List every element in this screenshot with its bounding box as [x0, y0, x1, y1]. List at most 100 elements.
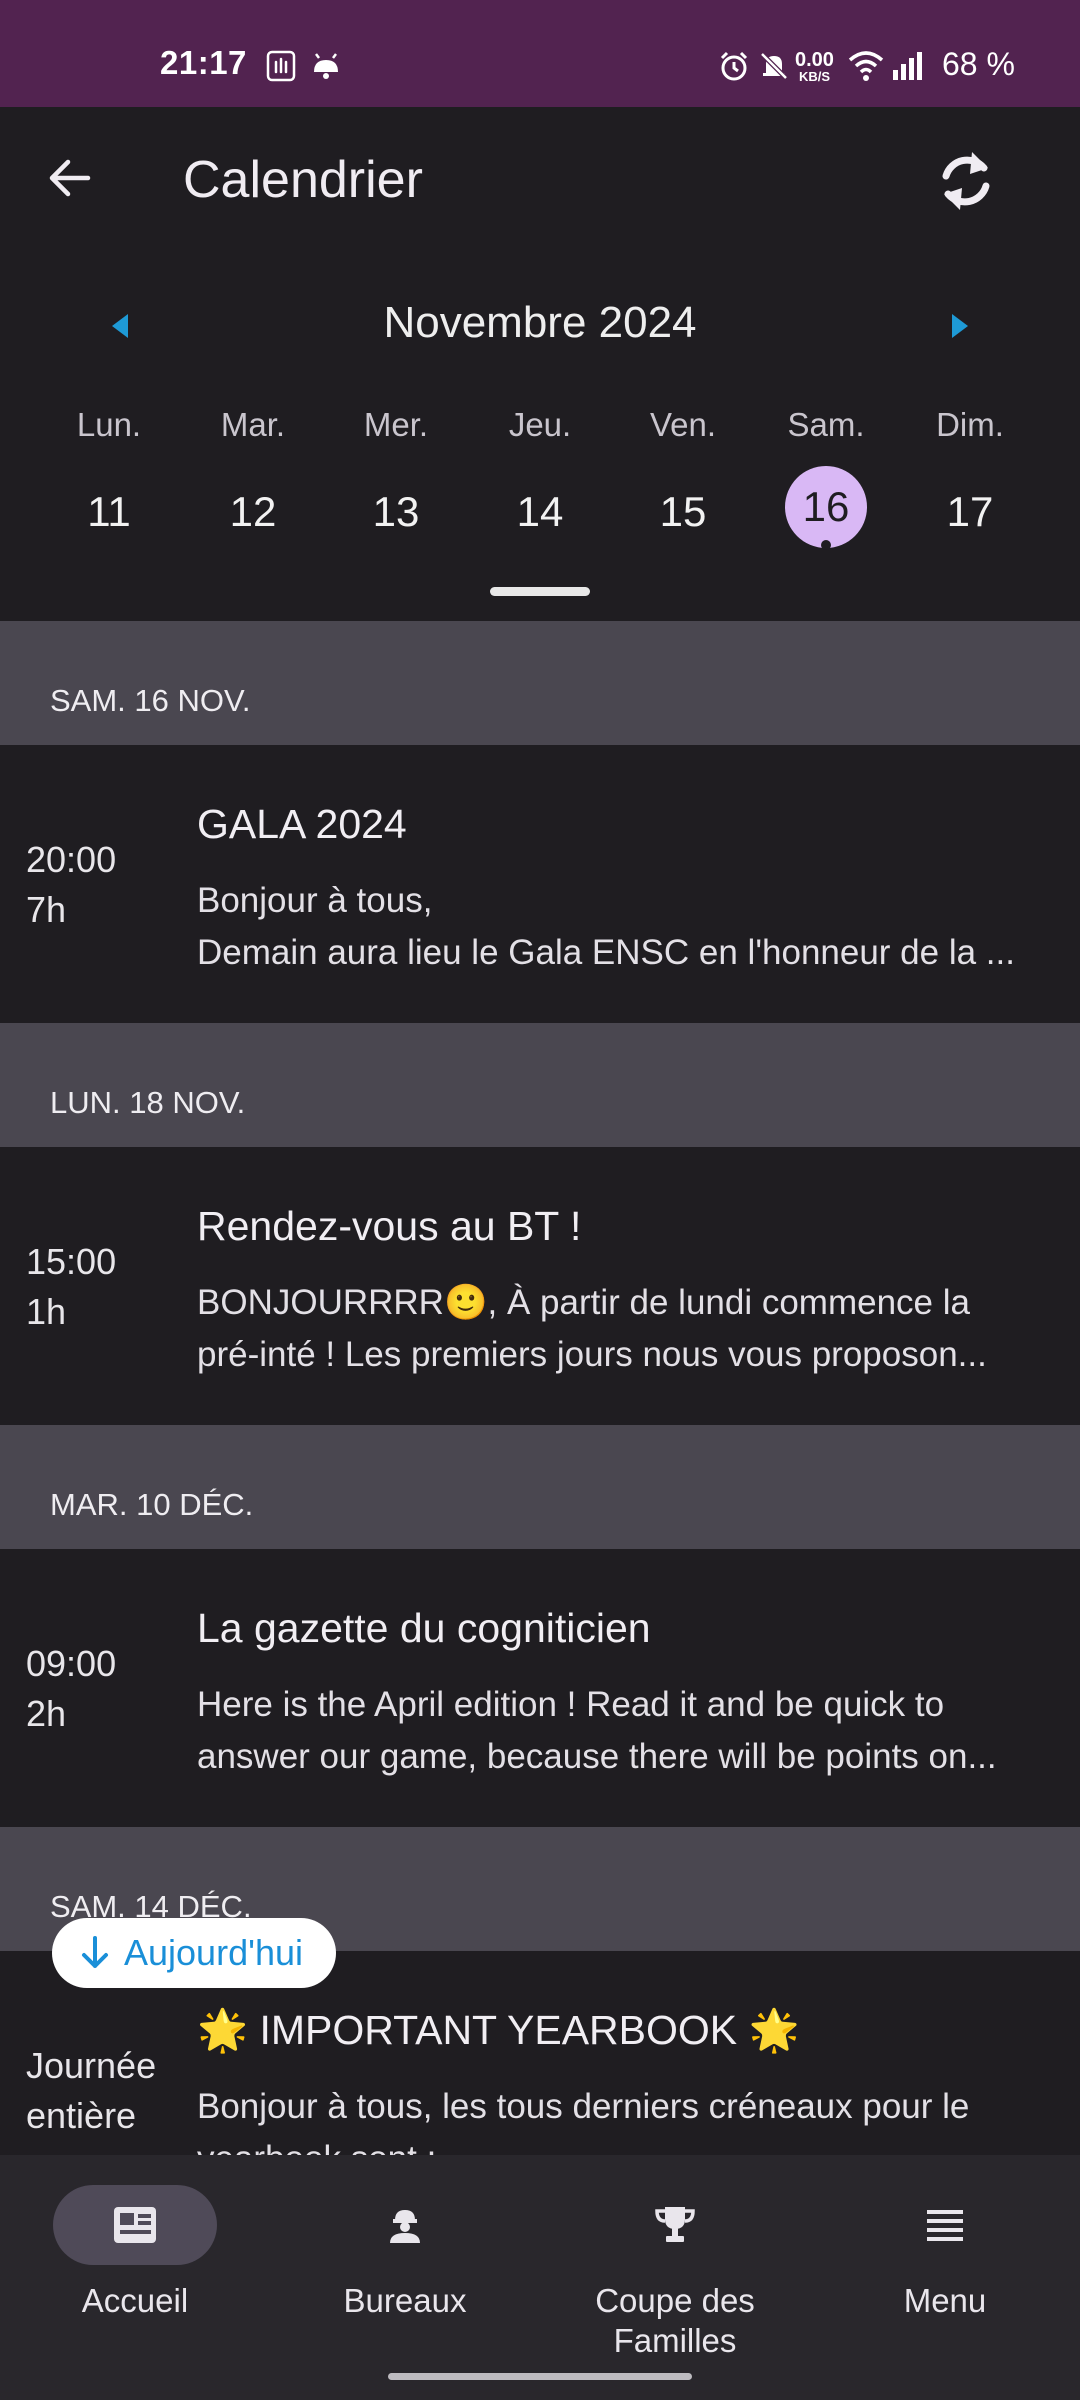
net-speed-value: 0.00	[795, 49, 834, 71]
event-description: BONJOURRRR🙂, À partir de lundi commence …	[197, 1277, 1057, 1381]
day-name: Jeu.	[508, 406, 572, 443]
desc-line: Bonjour à tous,	[197, 881, 433, 920]
event-duration: 7h	[26, 889, 67, 930]
nav-label: Coupe des Familles	[595, 2282, 755, 2359]
selected-day-number: 16	[785, 466, 867, 550]
status-time: 21:17	[160, 44, 247, 81]
nav-item-menu[interactable]: Menu	[810, 2185, 1080, 2321]
desc-line: answer our game, because there will be p…	[197, 1737, 997, 1776]
nav-label: Menu	[903, 2282, 987, 2319]
day-number: 12	[229, 488, 277, 535]
desc-line: Demain aura lieu le Gala ENSC en l'honne…	[197, 933, 1015, 972]
nav-item-bureaux[interactable]: Bureaux	[270, 2185, 540, 2321]
day-number: 16	[802, 483, 850, 530]
back-button[interactable]	[44, 152, 96, 204]
day-name: Mer.	[363, 406, 429, 443]
event-duration: entière	[26, 2095, 137, 2136]
expand-handle[interactable]	[490, 587, 590, 596]
day-name: Mar.	[220, 406, 286, 443]
net-speed-unit: KB/S	[798, 69, 830, 84]
desc-line: pré-inté ! Les premiers jours nous vous …	[197, 1335, 987, 1374]
event-dot	[821, 540, 831, 550]
newspaper-icon	[114, 2207, 156, 2243]
nav-item-coupe-des-familles[interactable]: Coupe des Familles	[540, 2185, 810, 2361]
status-bar: 21:17 0.00 KB/S 68 %	[0, 0, 1080, 107]
day-name: Dim.	[936, 406, 1004, 443]
date-header-label: MAR. 10 DÉC.	[50, 1487, 254, 1522]
day-cell-ven[interactable]: Ven. 15	[628, 406, 738, 552]
day-name: Sam.	[787, 406, 865, 443]
event-start: Journée	[26, 2045, 157, 2086]
event-title: La gazette du cogniticien	[197, 1605, 651, 1651]
event-start: 15:00	[26, 1241, 117, 1282]
date-header-label: SAM. 16 NOV.	[50, 683, 251, 718]
day-number: 13	[372, 488, 420, 535]
event-time: 15:00 1h	[26, 1237, 116, 1337]
event-item[interactable]: 20:00 7h GALA 2024 Bonjour à tous, Demai…	[0, 745, 1080, 1023]
bottom-navigation: Accueil Bureaux Coupe des Familles Menu	[0, 2155, 1080, 2400]
day-cell-sam-selected[interactable]: Sam. 16	[771, 406, 881, 550]
nav-label: Bureaux	[343, 2282, 467, 2319]
trophy-icon	[655, 2207, 695, 2242]
day-number: 15	[659, 488, 707, 535]
nav-active-indicator	[53, 2185, 217, 2265]
nav-icon-wrap	[323, 2185, 487, 2265]
event-description: Bonjour à tous, Demain aura lieu le Gala…	[197, 875, 1057, 979]
mute-icon	[760, 52, 788, 80]
menu-lines-icon	[927, 2210, 963, 2241]
nav-icon-wrap	[863, 2185, 1027, 2265]
signal-icon	[893, 52, 922, 80]
event-title: 🌟 IMPORTANT YEARBOOK 🌟	[197, 2007, 800, 2053]
desc-line: Bonjour à tous, les tous derniers crénea…	[197, 2087, 970, 2126]
event-description: Here is the April edition ! Read it and …	[197, 1679, 1057, 1783]
event-time: 09:00 2h	[26, 1639, 116, 1739]
day-number: 17	[946, 488, 994, 535]
day-number: 14	[516, 488, 564, 535]
day-number: 11	[87, 488, 131, 535]
day-cell-jeu[interactable]: Jeu. 14	[485, 406, 595, 552]
event-duration: 2h	[26, 1693, 67, 1734]
gesture-bar[interactable]	[388, 2373, 692, 2380]
day-cell-mar[interactable]: Mar. 12	[198, 406, 308, 552]
net-speed: 0.00 KB/S	[795, 50, 834, 84]
nfc-icon	[266, 50, 296, 82]
event-time: 20:00 7h	[26, 835, 116, 935]
date-section-header: LUN. 18 NOV.	[0, 1023, 1080, 1147]
page-title: Calendrier	[183, 151, 423, 209]
event-item[interactable]: 15:00 1h Rendez-vous au BT ! BONJOURRRR🙂…	[0, 1147, 1080, 1425]
worker-icon	[390, 2210, 420, 2243]
day-name: Ven.	[649, 406, 717, 443]
event-start: 09:00	[26, 1643, 117, 1684]
desc-line: yearbook sont :	[197, 2133, 1057, 2155]
triangle-right-icon	[952, 314, 968, 338]
date-section-header: SAM. 16 NOV.	[0, 621, 1080, 745]
battery-level: 68 %	[942, 46, 1015, 82]
event-start: 20:00	[26, 839, 117, 880]
arrow-down-icon	[82, 1936, 108, 1968]
event-time: Journée entière	[26, 2041, 156, 2141]
date-section-header: MAR. 10 DÉC.	[0, 1425, 1080, 1549]
next-month-button[interactable]	[948, 312, 972, 340]
android-icon	[314, 53, 338, 79]
day-cell-dim[interactable]: Dim. 17	[915, 406, 1025, 552]
desc-line: BONJOURRRR🙂, À partir de lundi commence …	[197, 1283, 970, 1322]
event-duration: 1h	[26, 1291, 67, 1332]
date-header-label: LUN. 18 NOV.	[50, 1085, 246, 1120]
month-label: Novembre 2024	[383, 298, 697, 347]
nav-icon-wrap	[593, 2185, 757, 2265]
event-description: Bonjour à tous, les tous derniers crénea…	[197, 2081, 1057, 2155]
day-cell-mer[interactable]: Mer. 13	[341, 406, 451, 552]
event-title: Rendez-vous au BT !	[197, 1203, 582, 1249]
day-cell-lun[interactable]: Lun. 11	[54, 406, 164, 552]
wifi-icon	[848, 51, 884, 81]
event-item[interactable]: 09:00 2h La gazette du cogniticien Here …	[0, 1549, 1080, 1827]
nav-label: Accueil	[81, 2282, 189, 2319]
nav-item-accueil[interactable]: Accueil	[0, 2185, 270, 2321]
today-button[interactable]: Aujourd'hui	[52, 1918, 336, 1988]
desc-line: Here is the April edition ! Read it and …	[197, 1685, 945, 1724]
refresh-button[interactable]	[934, 146, 998, 216]
today-button-label: Aujourd'hui	[124, 1932, 303, 1973]
day-name: Lun.	[76, 406, 142, 443]
event-title: GALA 2024	[197, 801, 407, 847]
alarm-icon	[720, 51, 748, 81]
